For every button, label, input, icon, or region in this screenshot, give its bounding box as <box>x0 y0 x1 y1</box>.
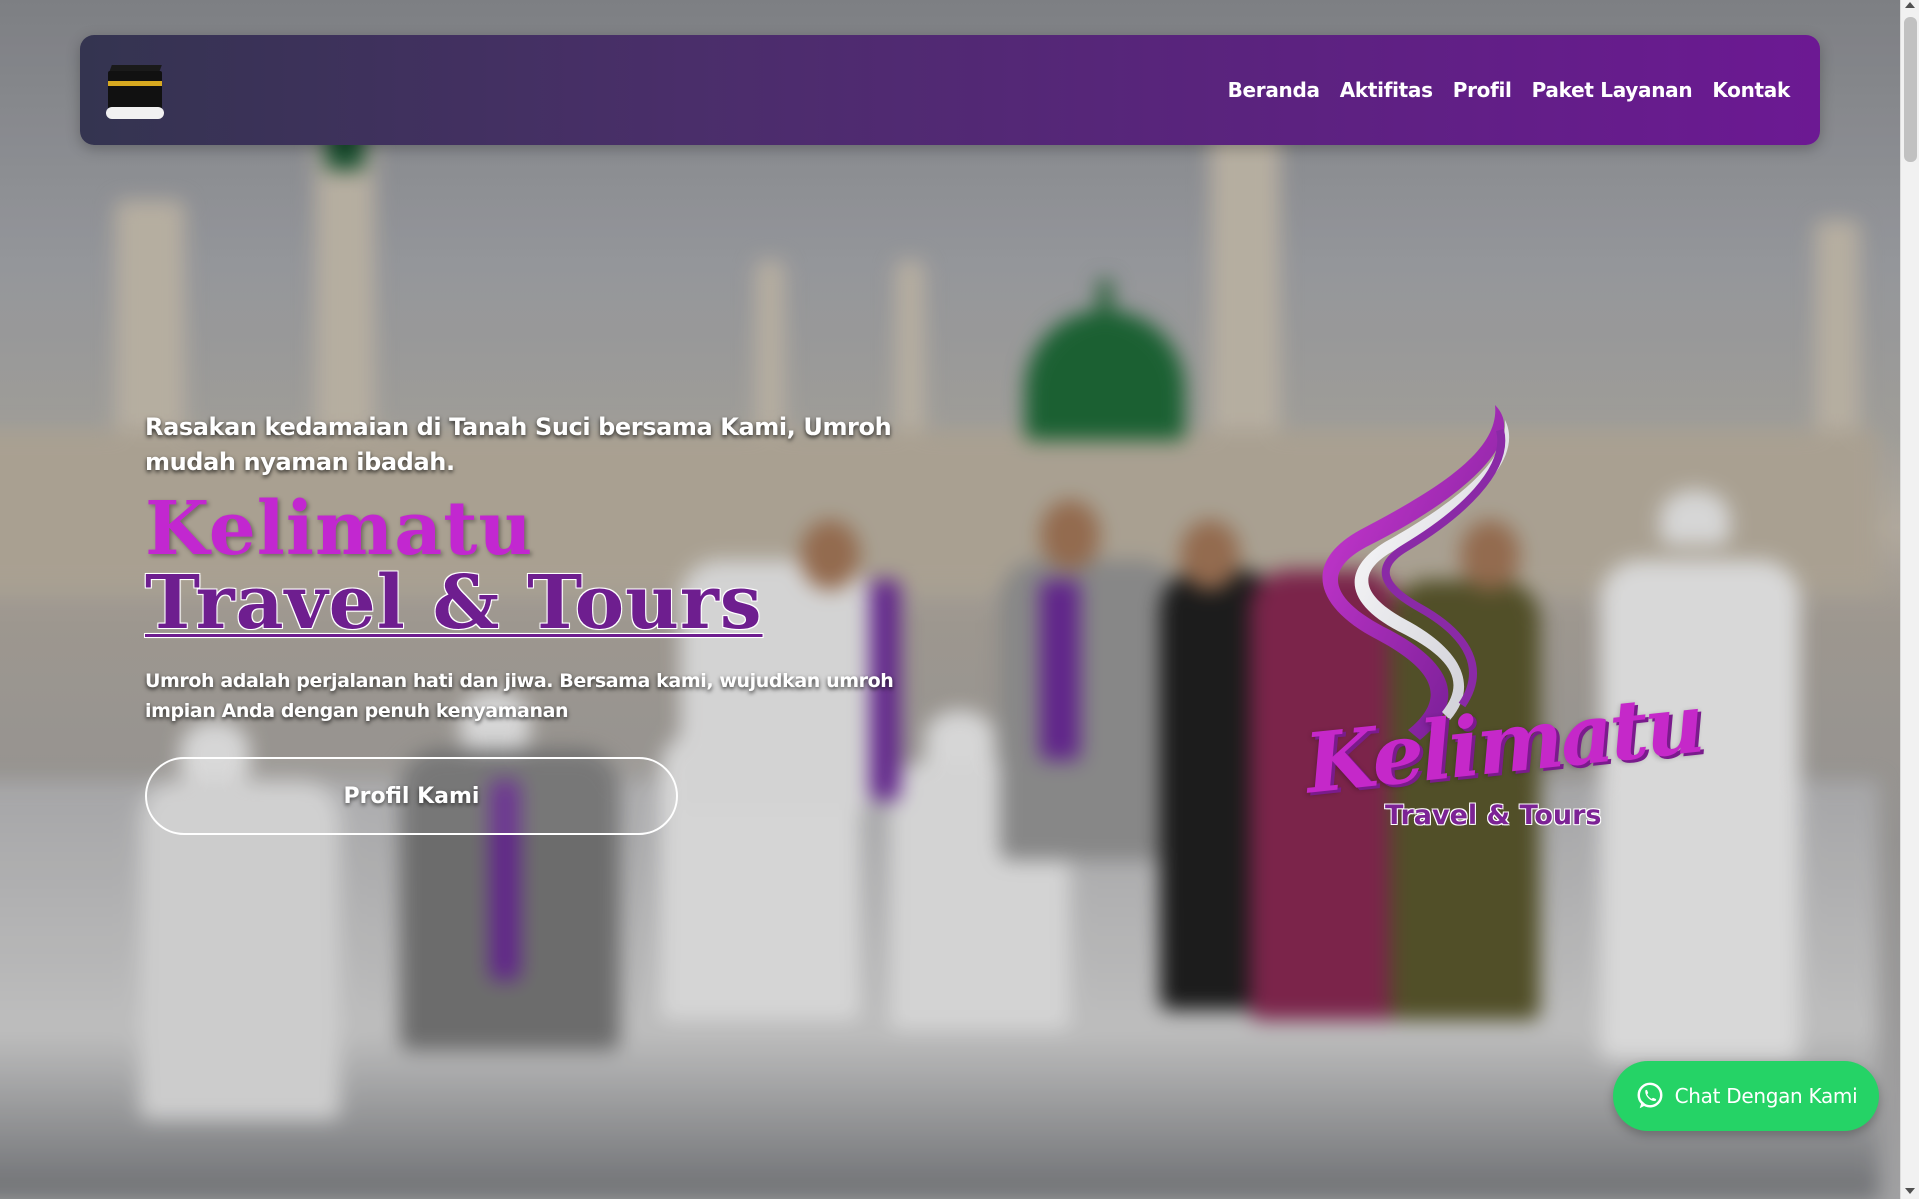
hero-title-line2: Travel & Tours <box>145 560 763 646</box>
hero-title: Kelimatu Travel & Tours <box>145 492 845 640</box>
kaaba-icon[interactable] <box>106 61 164 119</box>
nav-link-kontak[interactable]: Kontak <box>1712 78 1790 102</box>
nav-link-beranda[interactable]: Beranda <box>1228 78 1320 102</box>
hero-title-line1: Kelimatu <box>145 486 534 572</box>
page-scrollbar[interactable] <box>1900 0 1919 1199</box>
scroll-thumb[interactable] <box>1904 17 1917 162</box>
scroll-down-arrow-icon[interactable] <box>1905 1188 1915 1194</box>
nav-links: Beranda Aktifitas Profil Paket Layanan K… <box>1228 78 1791 102</box>
chat-button-label: Chat Dengan Kami <box>1674 1084 1858 1108</box>
profil-kami-button[interactable]: Profil Kami <box>145 757 678 835</box>
top-navbar: Beranda Aktifitas Profil Paket Layanan K… <box>80 35 1820 145</box>
nav-link-paket-layanan[interactable]: Paket Layanan <box>1532 78 1693 102</box>
brand-logo-subtext: Travel & Tours <box>1385 800 1602 831</box>
chat-with-us-button[interactable]: Chat Dengan Kami <box>1613 1061 1879 1131</box>
hero-subtitle: Umroh adalah perjalanan hati dan jiwa. B… <box>145 670 894 722</box>
scroll-up-arrow-icon[interactable] <box>1905 2 1915 8</box>
hero-tagline: Rasakan kedamaian di Tanah Suci bersama … <box>145 413 892 476</box>
nav-link-profil[interactable]: Profil <box>1453 78 1512 102</box>
whatsapp-icon <box>1637 1082 1663 1109</box>
nav-link-aktifitas[interactable]: Aktifitas <box>1340 78 1433 102</box>
